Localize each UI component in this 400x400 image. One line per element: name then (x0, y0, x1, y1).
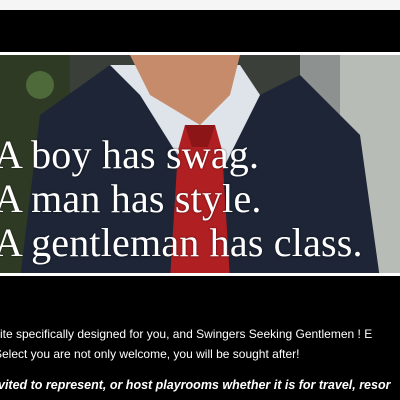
quote-line-2: A man has style. (0, 176, 262, 221)
hero-image: A boy has swag. A man has style. A gentl… (0, 52, 400, 276)
quote-line-1: A boy has swag. (0, 132, 260, 177)
description-line-1: site specifically designed for you, and … (0, 327, 373, 341)
quote-line-3: A gentleman has class. (0, 220, 363, 265)
quote-text: A boy has swag. A man has style. A gentl… (0, 133, 400, 265)
invitation-text: vited to represent, or host playrooms wh… (0, 378, 391, 392)
description-line-2: Select you are not only welcome, you wil… (0, 347, 300, 361)
description: site specifically designed for you, and … (0, 324, 400, 364)
top-bar (0, 0, 400, 10)
